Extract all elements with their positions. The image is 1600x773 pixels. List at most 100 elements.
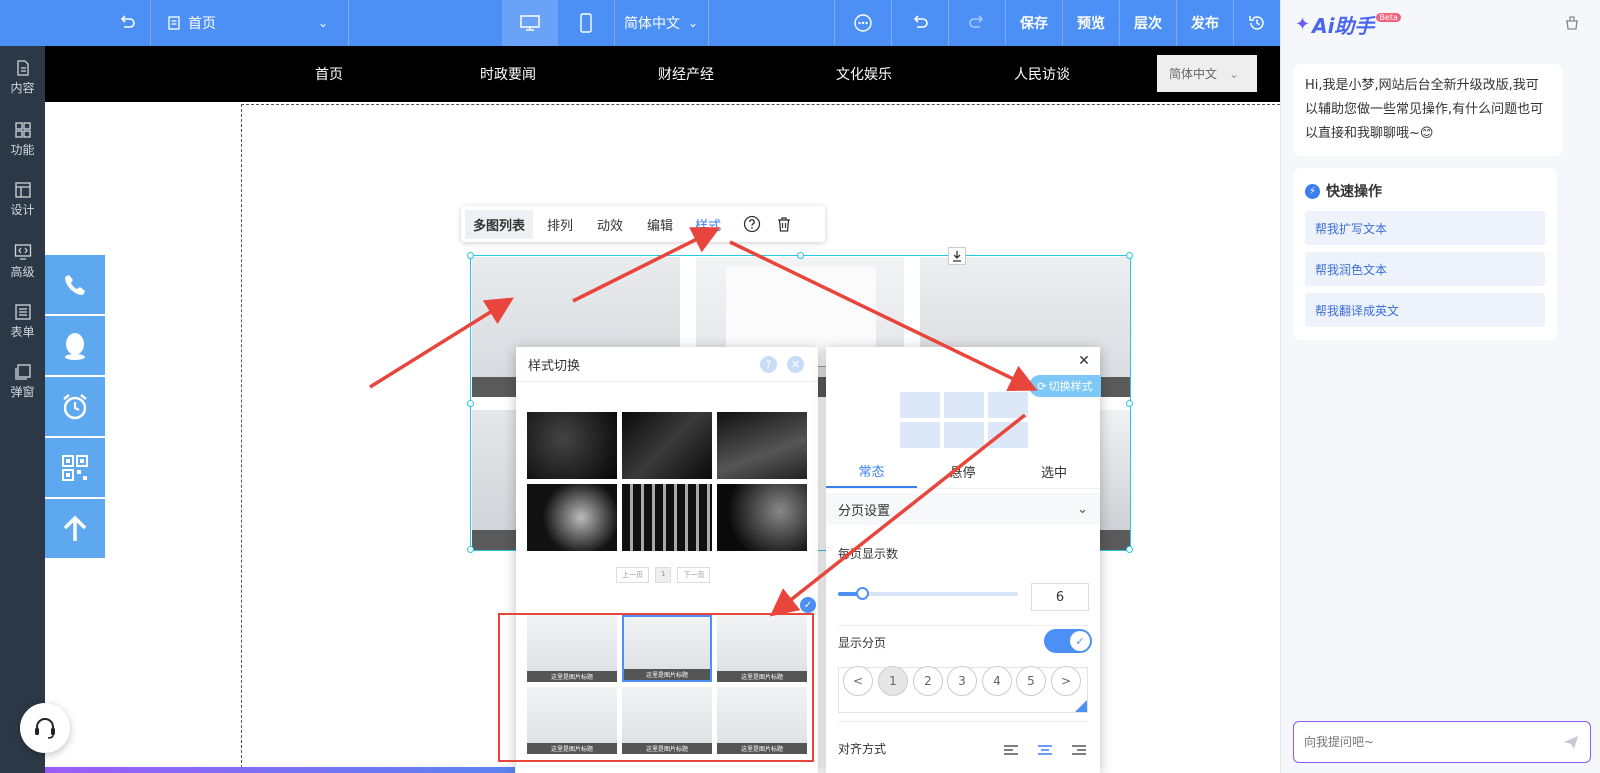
download-icon <box>953 251 961 262</box>
site-nav-politics[interactable]: 时政要闻 <box>480 46 536 102</box>
history-button[interactable] <box>1234 0 1280 46</box>
leftnav-item-function[interactable]: 功能 <box>0 110 45 168</box>
leftnav-item-form[interactable]: 表单 <box>0 292 45 350</box>
quick-expand-text[interactable]: 帮我扩写文本 <box>1305 211 1545 245</box>
align-options <box>1004 745 1086 757</box>
more-button[interactable] <box>835 0 891 46</box>
resize-handle[interactable] <box>1126 400 1133 407</box>
resize-handle[interactable] <box>797 252 804 259</box>
undo-button[interactable] <box>892 0 948 46</box>
resize-handle[interactable] <box>467 546 474 553</box>
float-qrcode-button[interactable] <box>45 438 105 497</box>
pager-page-5[interactable]: 5 <box>1016 666 1046 696</box>
leftnav-item-popup[interactable]: 弹窗 <box>0 352 45 410</box>
preview-button[interactable]: 预览 <box>1063 0 1119 46</box>
show-pagination-toggle[interactable]: ✓ <box>1044 629 1092 653</box>
ai-greeting-message: Hi,我是小梦,网站后台全新升级改版,我可以辅助您做一些常见操作,有什么问题也可… <box>1293 64 1563 156</box>
resize-handle[interactable] <box>1126 252 1133 259</box>
per-page-input[interactable]: 6 <box>1031 583 1089 611</box>
desktop-view-button[interactable] <box>502 0 558 46</box>
per-page-slider[interactable] <box>838 587 1018 600</box>
clear-button[interactable] <box>1563 13 1581 35</box>
download-handle[interactable] <box>948 247 966 265</box>
toolbar-animation[interactable]: 动效 <box>597 215 623 234</box>
float-phone-button[interactable] <box>45 255 105 314</box>
float-alarm-button[interactable] <box>45 377 105 436</box>
pager-next[interactable]: > <box>1051 666 1081 696</box>
ai-assistant-panel: ✦ Ai助手 Beta Hi,我是小梦,网站后台全新升级改版,我可以辅助您做一些… <box>1280 0 1600 773</box>
chevron-down-icon: ⌄ <box>317 16 328 30</box>
send-icon[interactable] <box>1562 733 1580 751</box>
quick-actions-header: ⚡ 快速操作 <box>1305 181 1382 201</box>
pager-page-2[interactable]: 2 <box>913 666 943 696</box>
ai-question-input[interactable] <box>1293 721 1591 763</box>
pager-page-1[interactable]: 1 <box>878 666 908 696</box>
switch-style-button[interactable]: ⟳ 切换样式 <box>1029 375 1101 397</box>
toolbar-style[interactable]: 样式 <box>695 215 721 234</box>
pager-prev[interactable]: < <box>843 666 873 696</box>
ai-question-field[interactable] <box>1304 735 1544 749</box>
save-button[interactable]: 保存 <box>1006 0 1062 46</box>
float-qq-button[interactable] <box>45 316 105 375</box>
layout-icon <box>14 181 31 198</box>
resize-handle[interactable] <box>467 252 474 259</box>
tab-hover[interactable]: 悬停 <box>917 455 1008 488</box>
undo-nav-button[interactable] <box>105 0 149 46</box>
form-icon <box>14 303 31 320</box>
page-number[interactable]: 1 <box>655 567 672 583</box>
leftnav-item-design[interactable]: 设计 <box>0 170 45 228</box>
toolbar-arrange[interactable]: 排列 <box>547 215 573 234</box>
pager-page-4[interactable]: 4 <box>982 666 1012 696</box>
redo-icon <box>969 15 984 28</box>
next-page[interactable]: 下一页 <box>677 567 711 583</box>
tab-selected[interactable]: 选中 <box>1008 455 1100 488</box>
site-nav-finance[interactable]: 财经产经 <box>658 46 714 102</box>
help-icon[interactable]: ? <box>760 356 777 373</box>
redo-button[interactable] <box>949 0 1005 46</box>
align-label: 对齐方式 <box>838 742 887 756</box>
mobile-view-button[interactable] <box>558 0 614 46</box>
language-select[interactable]: 简体中文 ⌄ <box>615 0 707 46</box>
align-center-icon[interactable] <box>1038 745 1052 757</box>
leftnav-label: 表单 <box>10 324 35 339</box>
site-nav-interview[interactable]: 人民访谈 <box>1014 46 1070 102</box>
site-nav-culture[interactable]: 文化娱乐 <box>836 46 892 102</box>
toolbar-multi-image-list[interactable]: 多图列表 <box>465 209 534 239</box>
resize-handle[interactable] <box>1126 546 1133 553</box>
style-preview-pager: 上一页 1 下一页 <box>616 567 711 583</box>
prev-page[interactable]: 上一页 <box>616 567 649 583</box>
style-switch-dialog: 样式切换 ? ✕ 上一页 1 下一页 这里是图片标题 这里是图片标题 这里是图片… <box>498 347 818 773</box>
close-icon[interactable]: ✕ <box>1076 353 1092 369</box>
tab-normal[interactable]: 常态 <box>826 455 917 488</box>
qq-icon <box>65 332 85 360</box>
publish-button[interactable]: 发布 <box>1177 0 1233 46</box>
switch-style-label: 切换样式 <box>1048 380 1093 393</box>
leftnav-item-advanced[interactable]: 高级 <box>0 232 45 290</box>
quick-translate-english[interactable]: 帮我翻译成英文 <box>1305 293 1545 327</box>
align-left-icon[interactable] <box>1004 745 1018 757</box>
pagination-section-header[interactable]: 分页设置 ⌄ <box>826 493 1100 525</box>
align-right-icon[interactable] <box>1072 745 1086 757</box>
page-select-label: 首页 <box>188 16 216 32</box>
float-backtotop-button[interactable] <box>45 499 105 558</box>
dialog-title: 样式切换 <box>528 358 581 374</box>
pager-page-3[interactable]: 3 <box>947 666 977 696</box>
undo-icon <box>913 15 928 28</box>
leftnav-item-content[interactable]: 内容 <box>0 48 45 106</box>
toolbar-edit[interactable]: 编辑 <box>647 215 673 234</box>
support-button[interactable] <box>20 703 70 753</box>
site-navbar: 首页 时政要闻 财经产经 文化娱乐 人民访谈 简体中文 ⌄ <box>45 46 1280 102</box>
resize-handle[interactable] <box>467 400 474 407</box>
slider-thumb[interactable] <box>856 587 869 600</box>
site-nav-home[interactable]: 首页 <box>315 46 343 102</box>
page-select[interactable]: 首页 ⌄ <box>166 0 342 46</box>
close-icon[interactable]: ✕ <box>787 356 804 373</box>
leftnav-label: 高级 <box>10 264 35 279</box>
language-label: 简体中文 <box>623 16 680 32</box>
site-language-select[interactable]: 简体中文 ⌄ <box>1157 55 1257 92</box>
beta-badge: Beta <box>1376 13 1401 22</box>
quick-polish-text[interactable]: 帮我润色文本 <box>1305 252 1545 286</box>
help-button[interactable] <box>743 215 761 233</box>
layers-button[interactable]: 层次 <box>1120 0 1176 46</box>
delete-button[interactable] <box>775 215 793 233</box>
